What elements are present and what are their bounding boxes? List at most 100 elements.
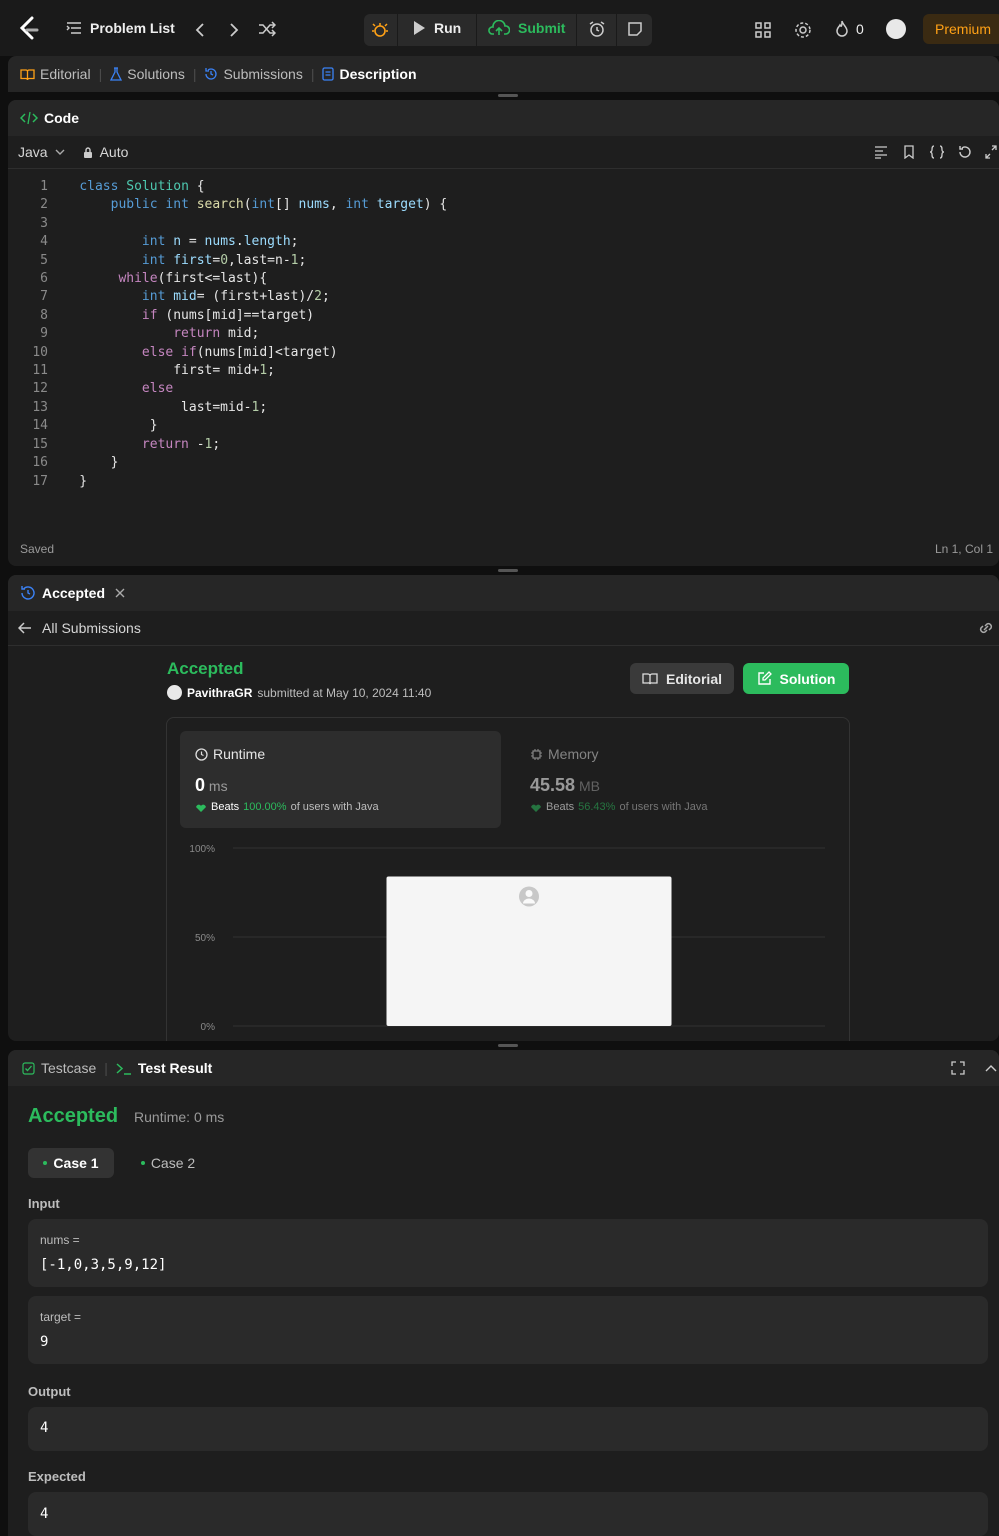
streak-counter[interactable]: 0 bbox=[834, 20, 864, 38]
submitted-by: PavithraGR submitted at May 10, 2024 11:… bbox=[167, 685, 431, 700]
code-icon bbox=[20, 111, 38, 125]
auto-mode-toggle[interactable]: Auto bbox=[82, 144, 128, 160]
editorial-button[interactable]: Editorial bbox=[630, 663, 734, 694]
case-1-tab[interactable]: Case 1 bbox=[28, 1148, 114, 1178]
arrow-left-icon bbox=[18, 622, 32, 634]
tab-editorial-label: Editorial bbox=[40, 66, 91, 82]
output-label: Output bbox=[28, 1384, 71, 1399]
code-line: 5 int first=0,last=n-1; bbox=[40, 252, 307, 268]
code-line: 2 public int search(int[] nums, int targ… bbox=[40, 197, 448, 213]
case-2-tab[interactable]: Case 2 bbox=[128, 1148, 208, 1178]
next-problem-icon[interactable] bbox=[228, 22, 240, 38]
save-status: Saved bbox=[20, 542, 55, 556]
streak-count: 0 bbox=[856, 21, 864, 37]
language-select[interactable]: Java bbox=[18, 144, 66, 160]
play-icon bbox=[412, 20, 426, 36]
memory-beats-percent: 56.43% bbox=[578, 801, 616, 813]
tab-test-result[interactable]: Test Result bbox=[116, 1060, 212, 1076]
submit-button[interactable]: Submit bbox=[488, 20, 565, 36]
resize-handle[interactable] bbox=[498, 94, 518, 97]
pass-dot bbox=[140, 1161, 145, 1165]
beats-label: Beats bbox=[546, 801, 575, 813]
braces-icon[interactable] bbox=[929, 145, 945, 159]
submission-tab-header: Accepted bbox=[8, 575, 999, 611]
runtime-unit: ms bbox=[208, 778, 228, 794]
resize-handle[interactable] bbox=[498, 1044, 518, 1047]
code-line: 12 else bbox=[32, 381, 174, 397]
document-icon bbox=[322, 67, 335, 81]
shuffle-icon[interactable] bbox=[258, 21, 276, 37]
beats-suffix: of users with Java bbox=[619, 801, 708, 813]
back-to-submissions[interactable]: All Submissions bbox=[8, 611, 999, 646]
runtime-distribution-chart: 100% 50% 0% bbox=[189, 844, 825, 1033]
tab-editorial[interactable]: Editorial bbox=[20, 66, 91, 82]
result-status: Accepted bbox=[28, 1105, 119, 1127]
flask-icon bbox=[110, 67, 123, 81]
code-line: 4 int n = nums.length; bbox=[40, 234, 299, 250]
submit-label: Submit bbox=[518, 20, 566, 36]
submission-panel: Accepted All Submissions Accepted Pavith… bbox=[8, 575, 999, 1041]
output-box: 4 bbox=[28, 1407, 988, 1451]
input-label: Input bbox=[28, 1196, 60, 1211]
expected-label: Expected bbox=[28, 1469, 86, 1484]
terminal-icon bbox=[116, 1062, 132, 1075]
target-input-box[interactable]: target = 9 bbox=[28, 1296, 988, 1364]
tab-submissions[interactable]: Submissions bbox=[204, 66, 303, 82]
code-line: 9 return mid; bbox=[40, 326, 260, 342]
top-navbar: Problem List Run Submit 0 Premium bbox=[0, 0, 999, 56]
code-line: 13 last=mid-1; bbox=[32, 399, 268, 415]
code-line: 17 } bbox=[32, 473, 88, 489]
user-avatar[interactable] bbox=[886, 19, 906, 39]
leetcode-logo-icon[interactable] bbox=[18, 16, 40, 42]
code-line: 16 } bbox=[32, 455, 119, 471]
case-2-label: Case 2 bbox=[150, 1155, 196, 1171]
checkbox-icon bbox=[22, 1061, 35, 1075]
problem-list-button[interactable]: Problem List bbox=[66, 20, 175, 36]
bookmark-icon[interactable] bbox=[901, 145, 917, 159]
reset-icon[interactable] bbox=[957, 145, 973, 159]
run-button[interactable]: Run bbox=[412, 20, 461, 36]
alarm-clock-icon[interactable] bbox=[588, 20, 606, 38]
chip-icon bbox=[530, 748, 543, 761]
settings-gear-icon[interactable] bbox=[794, 21, 812, 39]
link-icon[interactable] bbox=[977, 621, 995, 635]
submission-tab-label[interactable]: Accepted bbox=[42, 585, 105, 601]
expand-icon[interactable] bbox=[985, 145, 997, 159]
nums-input-box[interactable]: nums = [-1,0,3,5,9,12] bbox=[28, 1219, 988, 1287]
solution-button[interactable]: Solution bbox=[743, 663, 849, 694]
expected-value: 4 bbox=[40, 1506, 49, 1522]
beats-suffix: of users with Java bbox=[290, 801, 379, 813]
premium-button[interactable]: Premium bbox=[923, 14, 999, 44]
result-runtime: Runtime: 0 ms bbox=[134, 1109, 225, 1125]
code-line: 15 return -1; bbox=[32, 436, 221, 452]
book-icon bbox=[20, 68, 35, 81]
tab-testcase[interactable]: Testcase bbox=[22, 1060, 96, 1076]
resize-handle[interactable] bbox=[498, 569, 518, 572]
layout-grid-icon[interactable] bbox=[754, 21, 772, 39]
runtime-value: 0 bbox=[195, 775, 206, 795]
prev-problem-icon[interactable] bbox=[194, 22, 206, 38]
note-icon[interactable] bbox=[627, 21, 643, 37]
tab-description[interactable]: Description bbox=[322, 66, 417, 82]
lock-icon bbox=[82, 146, 94, 159]
stats-card: Runtime 0 ms Beats 100.00% of users with… bbox=[166, 717, 850, 1041]
memory-unit: MB bbox=[578, 778, 600, 794]
nums-value: [-1,0,3,5,9,12] bbox=[40, 1257, 167, 1273]
debug-icon[interactable] bbox=[370, 20, 390, 40]
chevron-up-icon[interactable] bbox=[985, 1064, 997, 1072]
code-editor[interactable]: 1 class Solution { 2 public int search(i… bbox=[8, 169, 999, 491]
flame-icon bbox=[834, 20, 850, 38]
code-panel-title: Code bbox=[44, 110, 79, 126]
format-icon[interactable] bbox=[873, 145, 889, 159]
close-icon[interactable] bbox=[115, 588, 125, 598]
y-tick-label: 100% bbox=[189, 844, 215, 855]
runtime-label: Runtime bbox=[213, 746, 266, 762]
submitter-name[interactable]: PavithraGR bbox=[187, 686, 252, 700]
fullscreen-icon[interactable] bbox=[951, 1061, 965, 1075]
code-line: 1 class Solution { bbox=[40, 179, 205, 194]
runtime-card[interactable]: Runtime 0 ms Beats 100.00% of users with… bbox=[180, 731, 501, 828]
testcase-tabs: Testcase | Test Result bbox=[8, 1050, 999, 1086]
code-line: 11 first= mid+1; bbox=[32, 363, 275, 379]
memory-card[interactable]: Memory 45.58 MB Beats 56.43% of users wi… bbox=[515, 731, 836, 828]
tab-solutions[interactable]: Solutions bbox=[110, 66, 185, 82]
